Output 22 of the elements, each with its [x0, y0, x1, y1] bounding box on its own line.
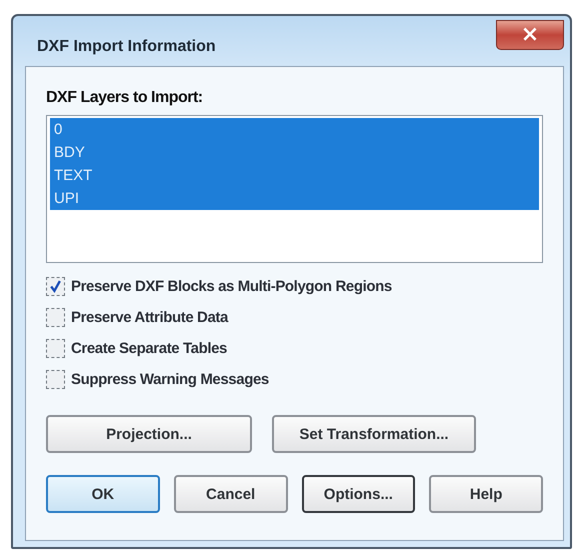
layer-item[interactable]: BDY: [50, 141, 539, 164]
checkbox-label: Create Separate Tables: [71, 340, 228, 357]
layers-listbox[interactable]: 0 BDY TEXT UPI: [46, 115, 543, 263]
dialog-button[interactable]: Options...: [302, 475, 416, 513]
layers-label: DXF Layers to Import:: [46, 89, 204, 107]
checkbox-label: Preserve Attribute Data: [71, 309, 228, 326]
checkbox[interactable]: [46, 370, 65, 389]
checkbox[interactable]: [46, 339, 65, 358]
layer-item[interactable]: 0: [50, 118, 539, 141]
dialog-button[interactable]: Set Transformation...: [272, 415, 476, 453]
close-button[interactable]: ×: [496, 20, 564, 50]
dialog-button[interactable]: Help: [429, 475, 543, 513]
dialog-button[interactable]: Projection...: [46, 415, 252, 453]
layer-item[interactable]: TEXT: [50, 164, 539, 187]
checkbox-label: Preserve DXF Blocks as Multi-Polygon Regions: [71, 278, 392, 295]
dialog-button[interactable]: Cancel: [174, 475, 288, 513]
checkbox[interactable]: [46, 277, 65, 296]
layer-item[interactable]: UPI: [50, 187, 539, 210]
checkbox[interactable]: [46, 308, 65, 327]
checkbox-label: Suppress Warning Messages: [71, 371, 269, 388]
dialog-button[interactable]: OK: [46, 475, 160, 513]
window-title: DXF Import Information: [37, 38, 216, 56]
